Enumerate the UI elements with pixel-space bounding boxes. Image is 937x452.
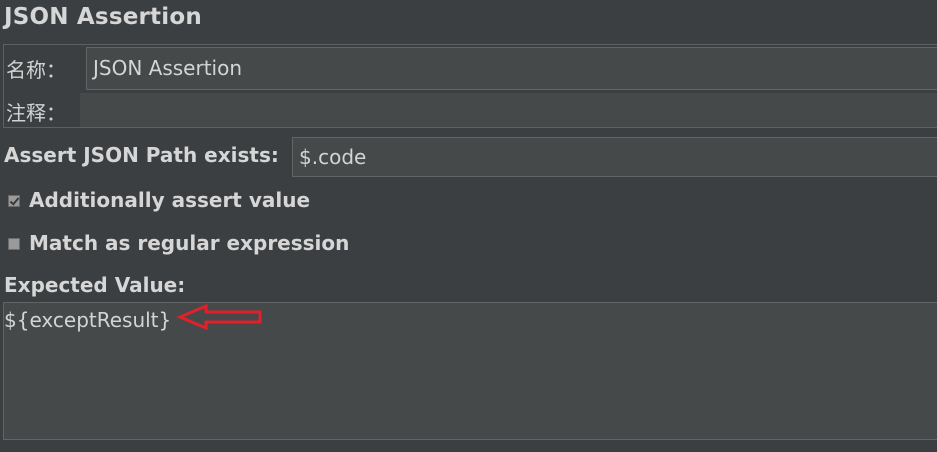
additionally-assert-checkbox-row[interactable]: Additionally assert value <box>8 188 310 212</box>
json-path-input[interactable]: $.code <box>292 137 937 177</box>
name-label: 名称： <box>6 58 66 82</box>
regex-checkbox[interactable] <box>8 238 20 250</box>
regex-checkbox-row[interactable]: Match as regular expression <box>8 231 349 255</box>
comment-label: 注释： <box>6 101 66 125</box>
bottom-strip <box>0 440 937 452</box>
additionally-assert-label: Additionally assert value <box>29 188 311 212</box>
name-field[interactable]: JSON Assertion <box>86 47 937 90</box>
expected-value-label: Expected Value: <box>4 273 186 297</box>
additionally-assert-checkbox[interactable] <box>8 195 20 207</box>
panel-title: JSON Assertion <box>4 4 202 30</box>
json-path-label: Assert JSON Path exists: <box>4 143 279 167</box>
regex-label: Match as regular expression <box>29 231 350 255</box>
comment-field[interactable] <box>80 93 937 127</box>
json-assertion-panel: JSON Assertion 名称： JSON Assertion 注释： As… <box>0 0 937 452</box>
red-left-arrow-icon <box>176 303 262 331</box>
expected-value-text: ${exceptResult} <box>4 308 172 332</box>
